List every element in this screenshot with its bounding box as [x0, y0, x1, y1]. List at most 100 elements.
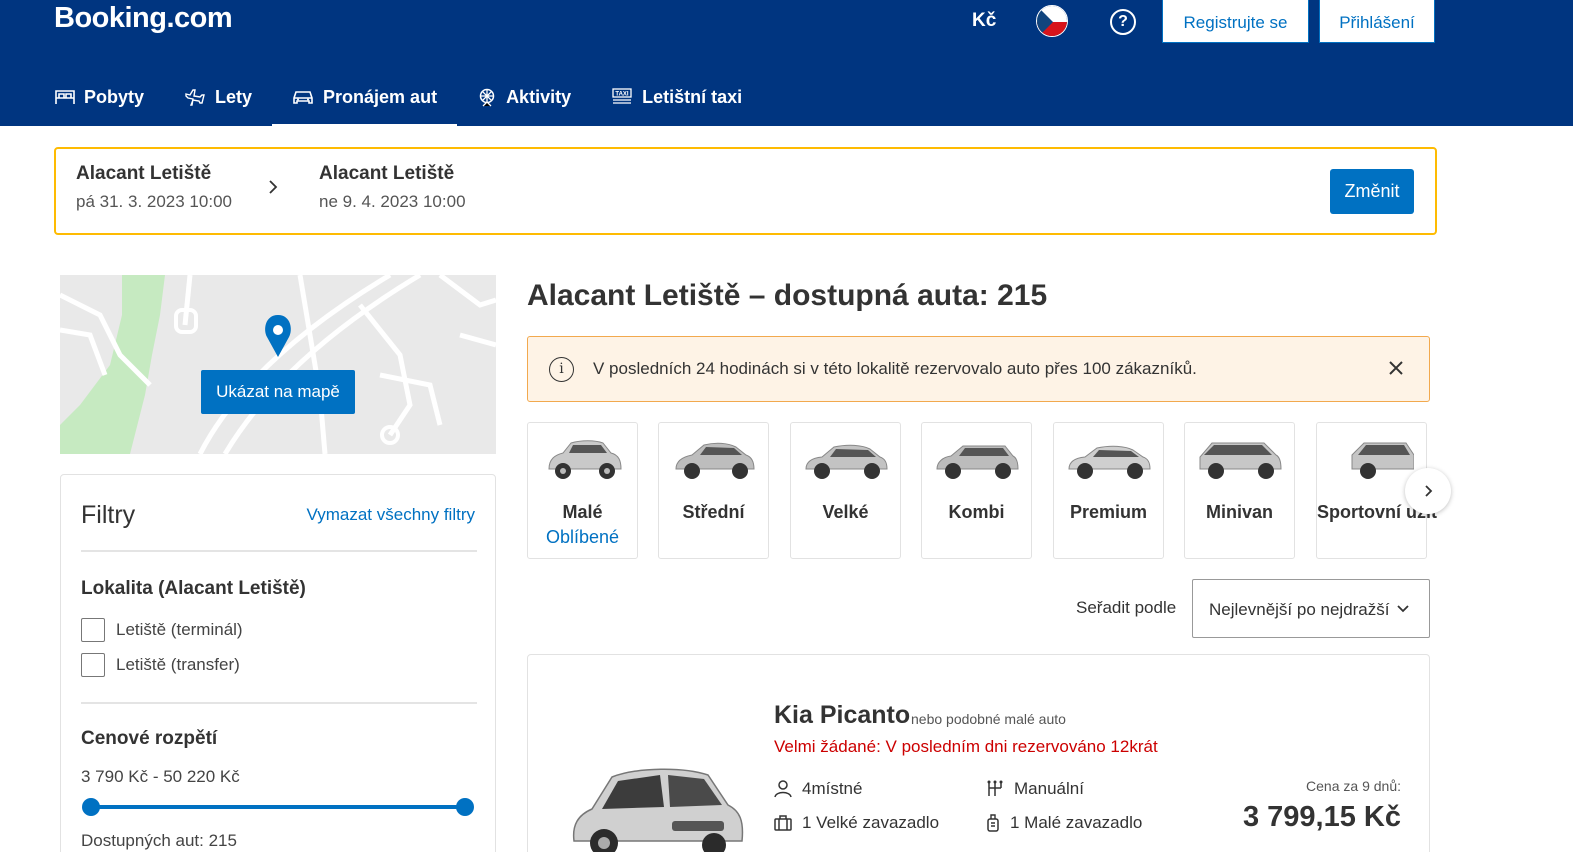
premium-car-icon	[1068, 445, 1151, 479]
suv-icon	[1351, 442, 1414, 479]
category-large[interactable]: Velké	[790, 422, 901, 559]
nav-label: Letištní taxi	[642, 86, 743, 107]
category-small[interactable]: Malé Oblíbené	[527, 422, 638, 559]
czech-flag-icon[interactable]	[1036, 5, 1068, 37]
bed-icon	[55, 90, 75, 104]
results-title: Alacant Letiště – dostupná auta: 215	[527, 279, 1048, 312]
car-name: Kia Picanto	[774, 701, 911, 729]
car-price: 3 799,15 Kč	[1242, 801, 1401, 833]
small-car-icon	[548, 440, 622, 479]
car-small-bags-label: 1 Malé zavazadlo	[1010, 813, 1143, 832]
category-label: Minivan	[1205, 502, 1273, 522]
estate-car-icon	[936, 445, 1019, 479]
svg-text:TAXI: TAXI	[615, 92, 629, 98]
nav-item-flights[interactable]: Lety	[164, 68, 272, 126]
sort-label: Seřadit podle	[1076, 598, 1177, 617]
nav-item-activities[interactable]: Aktivity	[457, 68, 591, 126]
header: Booking.com Kč ? Registrujte se Přihláše…	[0, 0, 1573, 126]
nav-item-car-rental[interactable]: Pronájem aut	[272, 68, 458, 126]
car-demand-notice: Velmi žádané: V posledním dni rezervován…	[774, 737, 1158, 756]
category-popular-tag: Oblíbené	[545, 527, 620, 547]
map-preview[interactable]: Ukázat na mapě	[60, 275, 496, 454]
nav-item-airport-taxi[interactable]: TAXI Letištní taxi	[591, 68, 762, 126]
car-seats-label: 4místné	[802, 779, 863, 798]
checkbox[interactable]	[81, 653, 105, 677]
category-premium[interactable]: Premium	[1053, 422, 1164, 559]
dropoff-block[interactable]: Alacant Letiště ne 9. 4. 2023 10:00	[319, 163, 466, 212]
category-minivan[interactable]: Minivan	[1184, 422, 1295, 559]
ferris-wheel-icon	[479, 88, 495, 107]
category-label: Premium	[1069, 502, 1148, 522]
category-label: Kombi	[948, 502, 1005, 522]
close-icon[interactable]	[1385, 357, 1407, 384]
price-range-text: 3 790 Kč - 50 220 Kč	[81, 767, 240, 786]
chevron-right-icon	[268, 179, 278, 200]
filters-panel: Filtry Vymazat všechny filtry Lokalita (…	[60, 474, 496, 852]
car-similar-note: nebo podobné malé auto	[911, 711, 1066, 727]
car-large-bags: 1 Velké zavazadlo	[774, 813, 939, 833]
nav-label: Aktivity	[506, 86, 572, 107]
divider	[81, 702, 477, 704]
info-icon: i	[549, 357, 574, 382]
filter-airport-transfer[interactable]: Letiště (transfer)	[81, 653, 240, 677]
taxi-icon: TAXI	[612, 88, 632, 104]
car-small-bags: 1 Malé zavazadlo	[986, 813, 1142, 833]
main-nav: Pobyty Lety Pronájem aut Aktivity TAXI L…	[35, 68, 762, 126]
price-slider[interactable]	[82, 798, 474, 816]
filter-airport-terminal[interactable]: Letiště (terminál)	[81, 618, 243, 642]
pickup-location: Alacant Letiště	[76, 163, 212, 184]
pickup-block[interactable]: Alacant Letiště pá 31. 3. 2023 10:00	[76, 163, 232, 212]
car-result-card[interactable]: Kia Picanto nebo podobné malé auto Velmi…	[527, 654, 1430, 852]
register-button[interactable]: Registrujte se	[1162, 0, 1309, 43]
info-banner-text: V posledních 24 hodinách si v této lokal…	[593, 359, 1197, 378]
category-medium[interactable]: Střední	[658, 422, 769, 559]
price-label: Cena za 9 dnů:	[1306, 778, 1401, 794]
location-filter-title: Lokalita (Alacant Letiště)	[81, 578, 306, 599]
car-transmission-label: Manuální	[1014, 779, 1084, 798]
category-label: Střední	[682, 502, 745, 522]
nav-item-stays[interactable]: Pobyty	[35, 68, 164, 126]
dropoff-date: ne 9. 4. 2023 10:00	[319, 192, 466, 211]
price-slider-max-handle[interactable]	[456, 798, 474, 816]
help-icon[interactable]: ?	[1110, 9, 1136, 35]
sort-dropdown[interactable]: Nejlevnější po nejdražší	[1192, 579, 1430, 638]
booking-logo[interactable]: Booking.com	[54, 2, 233, 35]
car-image	[572, 768, 744, 852]
show-on-map-button[interactable]: Ukázat na mapě	[201, 370, 355, 414]
sort-selected-value: Nejlevnější po nejdražší	[1209, 600, 1390, 619]
price-slider-min-handle[interactable]	[82, 798, 100, 816]
chevron-down-icon	[1397, 605, 1409, 613]
car-transmission: Manuální	[986, 779, 1084, 799]
checkbox-label: Letiště (terminál)	[116, 620, 243, 639]
change-search-button[interactable]: Změnit	[1330, 169, 1414, 214]
info-banner: i V posledních 24 hodinách si v této lok…	[527, 336, 1430, 402]
minivan-icon	[1199, 442, 1282, 479]
car-seats: 4místné	[774, 779, 862, 799]
currency-selector[interactable]: Kč	[972, 10, 996, 32]
suitcase-icon	[774, 815, 792, 831]
small-bag-icon	[987, 814, 999, 832]
plane-icon	[185, 89, 205, 106]
clear-filters-link[interactable]: Vymazat všechny filtry	[307, 505, 475, 525]
login-button[interactable]: Přihlášení	[1319, 0, 1435, 43]
price-filter-title: Cenové rozpětí	[81, 728, 218, 749]
category-label: Malé	[562, 502, 603, 522]
search-summary: Alacant Letiště pá 31. 3. 2023 10:00 Ala…	[54, 147, 1437, 235]
price-slider-track	[91, 805, 465, 809]
checkbox-label: Letiště (transfer)	[116, 655, 240, 674]
nav-label: Pobyty	[84, 86, 145, 107]
medium-car-icon	[675, 442, 755, 479]
divider	[81, 550, 477, 552]
dropoff-location: Alacant Letiště	[319, 163, 455, 184]
filters-title: Filtry	[81, 501, 136, 529]
gearbox-icon	[987, 780, 1003, 796]
category-estate[interactable]: Kombi	[921, 422, 1032, 559]
car-large-bags-label: 1 Velké zavazadlo	[802, 813, 940, 832]
person-icon	[774, 780, 792, 798]
categories-next-button[interactable]	[1405, 468, 1451, 514]
category-label: Velké	[822, 502, 869, 522]
car-icon	[293, 91, 313, 104]
pickup-date: pá 31. 3. 2023 10:00	[76, 192, 232, 211]
large-car-icon	[805, 444, 888, 479]
checkbox[interactable]	[81, 618, 105, 642]
